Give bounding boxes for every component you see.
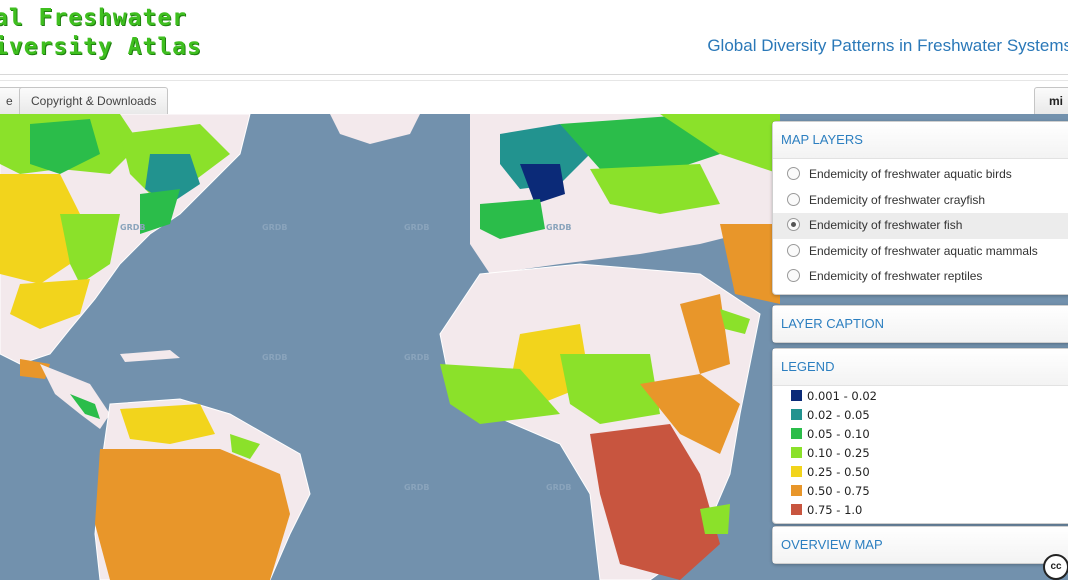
legend-swatch [791,428,802,439]
layer-label-aquatic-birds: Endemicity of freshwater aquatic birds [809,167,1012,181]
watermark-8: GRDB [546,483,571,492]
legend-swatch [791,485,802,496]
legend-swatch [791,409,802,420]
map-viewport[interactable]: GRDB GRDB GRDB GRDB GRDB GRDB GRDB GRDB … [0,114,1068,580]
overview-map-title[interactable]: OVERVIEW MAP [773,527,1068,563]
tab-bar: e Copyright & Downloads mi [0,80,1068,115]
legend-swatch [791,390,802,401]
layer-label-reptiles: Endemicity of freshwater reptiles [809,269,983,283]
legend-item: 0.75 - 1.0 [773,501,1068,520]
overview-map-panel: OVERVIEW MAP [772,526,1068,564]
legend-item: 0.25 - 0.50 [773,463,1068,482]
layer-caption-panel: LAYER CAPTION [772,305,1068,343]
layer-label-fish: Endemicity of freshwater fish [809,218,963,232]
legend-swatch [791,504,802,515]
watermark-3: GRDB [404,223,429,232]
legend-swatch [791,447,802,458]
layer-option-aquatic-birds[interactable]: Endemicity of freshwater aquatic birds [773,162,1068,188]
legend-label: 0.75 - 1.0 [807,503,863,517]
site-logo[interactable]: al Freshwater iversity Atlas [0,4,202,62]
site-subtitle: Global Diversity Patterns in Freshwater … [707,36,1068,55]
tab-copyright-downloads[interactable]: Copyright & Downloads [19,87,169,114]
radio-fish[interactable] [787,218,800,231]
radio-aquatic-mammals[interactable] [787,243,800,257]
watermark-2: GRDB [262,223,287,232]
layer-option-crayfish[interactable]: Endemicity of freshwater crayfish [773,188,1068,214]
radio-crayfish[interactable] [787,192,800,206]
logo-line-2: iversity Atlas [0,34,202,60]
legend-item: 0.001 - 0.02 [773,387,1068,406]
watermark-5: GRDB [262,353,287,362]
watermark-7: GRDB [404,483,429,492]
creative-commons-icon[interactable]: cc [1043,554,1068,580]
logo-line-1: al Freshwater [0,5,188,31]
watermark-6: GRDB [404,353,429,362]
radio-aquatic-birds[interactable] [787,167,800,180]
watermark-4: GRDB [546,223,571,232]
legend-label: 0.001 - 0.02 [807,389,877,403]
layer-label-aquatic-mammals: Endemicity of freshwater aquatic mammals [809,243,1038,258]
legend-swatch [791,466,802,477]
radio-reptiles[interactable] [787,269,800,282]
land-greenland [330,114,420,144]
layer-option-aquatic-mammals[interactable]: Endemicity of freshwater aquatic mammals [773,239,1068,265]
legend-list: 0.001 - 0.02 0.02 - 0.05 0.05 - 0.10 0.1… [773,386,1068,523]
layer-caption-title[interactable]: LAYER CAPTION [773,306,1068,342]
legend-item: 0.02 - 0.05 [773,406,1068,425]
legend-label: 0.02 - 0.05 [807,408,870,422]
legend-item: 0.50 - 0.75 [773,482,1068,501]
legend-label: 0.25 - 0.50 [807,465,870,479]
layer-option-fish[interactable]: Endemicity of freshwater fish [773,213,1068,239]
map-layers-title[interactable]: MAP LAYERS [773,122,1068,159]
minimize-button[interactable]: mi [1033,87,1068,114]
legend-label: 0.05 - 0.10 [807,427,870,441]
layer-label-crayfish: Endemicity of freshwater crayfish [809,192,986,207]
legend-label: 0.10 - 0.25 [807,446,870,460]
legend-item: 0.05 - 0.10 [773,425,1068,444]
layer-option-reptiles[interactable]: Endemicity of freshwater reptiles [773,264,1068,290]
legend-panel: LEGEND 0.001 - 0.02 0.02 - 0.05 0.05 - 0… [772,348,1068,524]
legend-item: 0.10 - 0.25 [773,444,1068,463]
legend-title[interactable]: LEGEND [773,349,1068,386]
header: al Freshwater iversity Atlas Global Dive… [0,0,1068,75]
watermark-1: GRDB [120,223,145,232]
map-layers-panel: MAP LAYERS Endemicity of freshwater aqua… [772,121,1068,295]
legend-label: 0.50 - 0.75 [807,484,870,498]
